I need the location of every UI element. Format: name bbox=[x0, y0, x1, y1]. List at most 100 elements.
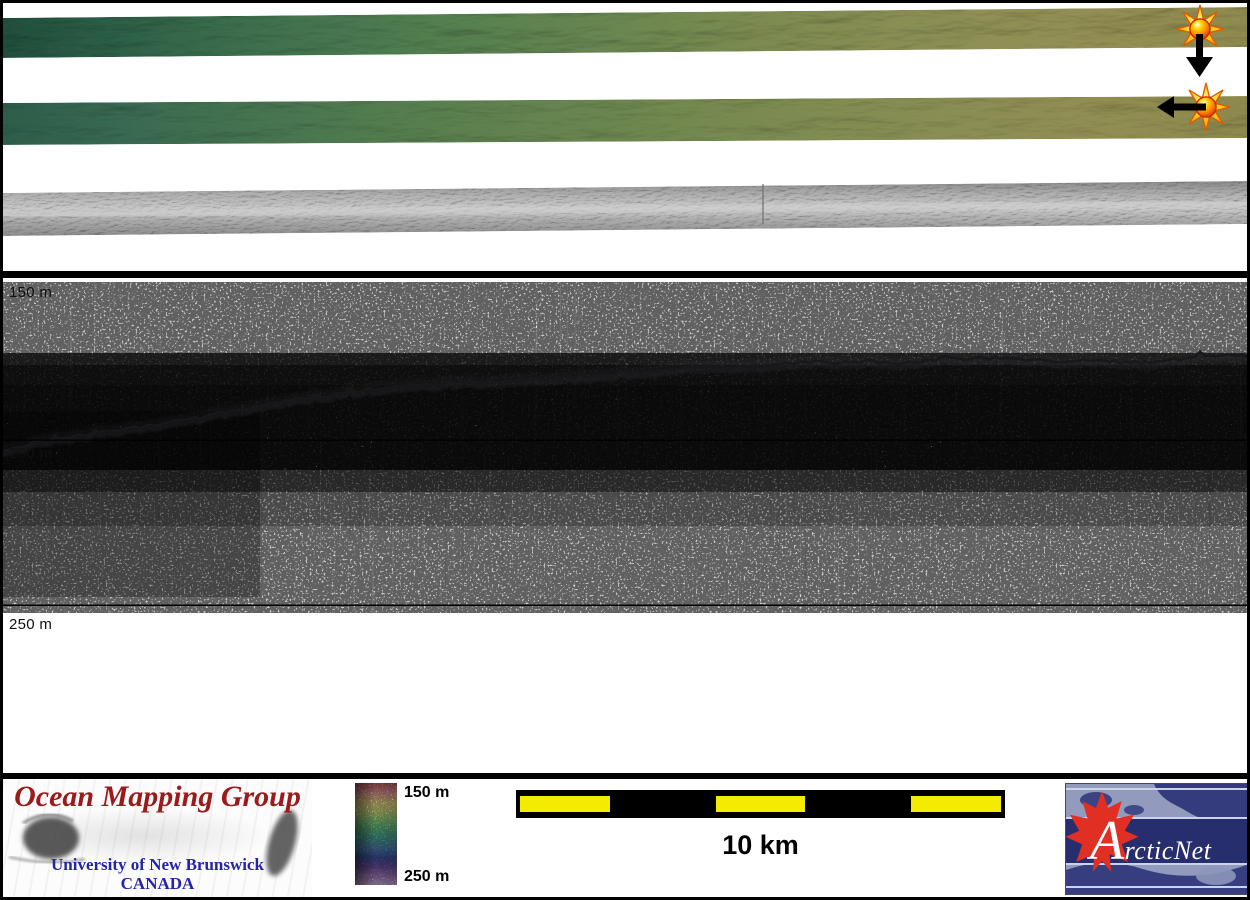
echo-streak bbox=[838, 369, 840, 486]
echo-streak bbox=[763, 282, 764, 613]
bathymetry-swath-2 bbox=[0, 96, 1250, 145]
echo-streak bbox=[905, 282, 906, 613]
echo-streak bbox=[157, 428, 160, 584]
echo-streak bbox=[199, 424, 202, 482]
echo-streak bbox=[507, 386, 509, 523]
echo-streak bbox=[348, 402, 351, 539]
echo-streak bbox=[696, 372, 697, 531]
colorbar-label-top: 150 m bbox=[404, 784, 450, 801]
echo-streak bbox=[1162, 365, 1164, 387]
echo-streak bbox=[792, 372, 795, 516]
scale-bar-segment bbox=[911, 796, 1001, 812]
echo-streak bbox=[1062, 370, 1065, 504]
echo-streak bbox=[585, 282, 586, 613]
echo-streak bbox=[462, 386, 464, 569]
scale-bar-segment bbox=[520, 796, 610, 812]
echo-streak bbox=[1132, 282, 1133, 613]
echo-streak bbox=[186, 425, 188, 449]
echo-streak bbox=[1209, 362, 1211, 544]
echo-streak bbox=[769, 372, 772, 554]
echo-streak bbox=[1129, 369, 1132, 436]
echo-streak bbox=[500, 385, 504, 574]
echo-streak bbox=[777, 372, 780, 549]
echo-streak bbox=[460, 389, 463, 441]
echo-streak bbox=[173, 427, 174, 602]
echo-streak bbox=[316, 400, 319, 421]
echo-streak bbox=[823, 366, 826, 526]
echo-streak bbox=[445, 393, 447, 589]
echo-streak bbox=[514, 385, 517, 446]
echo-streak bbox=[304, 406, 306, 458]
echo-streak bbox=[358, 398, 361, 539]
echo-streak bbox=[700, 373, 703, 578]
echo-streak bbox=[804, 370, 807, 578]
arcticnet-logo: ArcticNet bbox=[1065, 783, 1250, 895]
omg-university-line: University of New Brunswick bbox=[51, 855, 264, 874]
colorbar-hillshade-overlay bbox=[355, 783, 397, 885]
depth-tick-250m: 250 m bbox=[9, 616, 53, 633]
echo-streak bbox=[307, 402, 310, 444]
echo-streak bbox=[907, 367, 909, 402]
echo-streak bbox=[58, 444, 61, 613]
echo-streak bbox=[283, 407, 285, 512]
echo-streak bbox=[975, 367, 978, 491]
echo-streak bbox=[663, 378, 666, 400]
arcticnet-wordmark: ArcticNet bbox=[1090, 810, 1212, 872]
omg-country-line: CANADA bbox=[120, 874, 195, 893]
depth-tick-150m: 150 m bbox=[9, 284, 53, 301]
echo-streak bbox=[6, 460, 8, 552]
echo-streak bbox=[210, 282, 211, 613]
echo-streak bbox=[990, 361, 993, 402]
echo-streak bbox=[740, 372, 743, 456]
echo-streak bbox=[261, 411, 264, 613]
colorbar-label-bottom: 250 m bbox=[404, 868, 450, 885]
depth-gridline-200m bbox=[3, 439, 1247, 441]
swath-strip-section bbox=[0, 4, 1250, 236]
ocean-mapping-group-logo: Ocean Mapping Group University of New Br… bbox=[3, 779, 312, 897]
echo-streak bbox=[50, 448, 52, 588]
depth-colorbar bbox=[355, 783, 397, 885]
echo-streak bbox=[290, 407, 292, 507]
echo-streak bbox=[1028, 282, 1029, 613]
echo-streak bbox=[341, 398, 344, 479]
scale-bar-segment bbox=[715, 796, 806, 812]
echo-streak bbox=[607, 383, 609, 463]
echo-streak bbox=[360, 400, 363, 445]
echo-streak bbox=[373, 393, 375, 430]
map-scale-bar bbox=[516, 790, 1005, 818]
echo-streak bbox=[566, 383, 569, 491]
echo-streak bbox=[90, 442, 92, 485]
echo-streak bbox=[1152, 371, 1154, 458]
echo-streak bbox=[1239, 364, 1242, 474]
echo-streak bbox=[1100, 369, 1103, 441]
omg-title: Ocean Mapping Group bbox=[14, 780, 301, 813]
echo-streak bbox=[1155, 367, 1158, 564]
echo-streak bbox=[783, 371, 785, 558]
panel-divider-bottom bbox=[0, 773, 1250, 779]
echo-streak bbox=[664, 374, 666, 552]
echo-streak bbox=[483, 389, 486, 494]
echo-streak bbox=[680, 282, 681, 613]
logo-stripe bbox=[1066, 886, 1249, 888]
survey-figure-page: 150 m 200 m 250 m Ocean Mapping Group Un… bbox=[0, 0, 1250, 900]
echo-streak bbox=[902, 371, 905, 457]
echo-streak bbox=[876, 370, 879, 502]
depth-gridline-250m bbox=[3, 604, 1247, 606]
echogram-panel bbox=[3, 282, 1247, 613]
echo-streak bbox=[395, 282, 396, 613]
echo-streak bbox=[575, 382, 577, 446]
echo-streak bbox=[1026, 364, 1028, 532]
omg-subtitle: University of New Brunswick CANADA bbox=[3, 855, 312, 893]
depth-tick-200m: 200 m bbox=[9, 445, 53, 462]
echo-streak bbox=[469, 389, 471, 452]
echo-streak bbox=[1041, 365, 1044, 532]
bathymetry-swath-1 bbox=[0, 7, 1250, 58]
echo-streak bbox=[282, 408, 284, 601]
echo-streak bbox=[707, 375, 710, 438]
echo-streak bbox=[922, 366, 925, 407]
panel-divider-top bbox=[0, 271, 1250, 278]
echo-streak bbox=[1195, 365, 1197, 542]
scale-bar-label: 10 km bbox=[722, 830, 799, 860]
echo-streak bbox=[617, 383, 620, 516]
echo-streak bbox=[454, 387, 456, 477]
